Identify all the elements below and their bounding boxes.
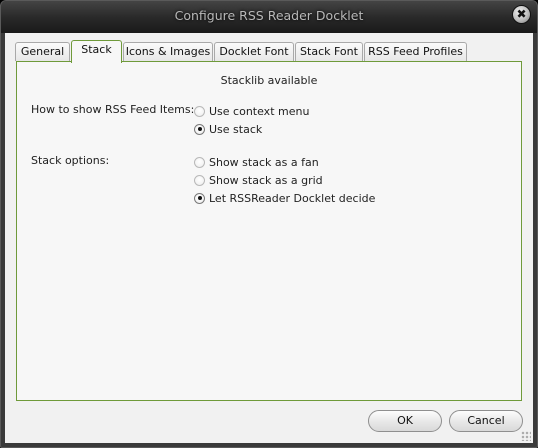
radio-label: Show stack as a grid xyxy=(209,173,323,187)
radio-show-stack-grid[interactable]: Show stack as a grid xyxy=(194,172,323,188)
resize-grip-icon[interactable] xyxy=(521,431,531,441)
stack-tab-panel: Stacklib available How to show RSS Feed … xyxy=(16,61,522,401)
show-items-label: How to show RSS Feed Items: xyxy=(31,103,195,116)
radio-checked-icon[interactable] xyxy=(194,123,205,135)
cancel-button[interactable]: Cancel xyxy=(449,410,523,432)
tab-docklet-font[interactable]: Docklet Font xyxy=(214,42,294,61)
tab-general[interactable]: General xyxy=(15,42,70,61)
radio-label: Show stack as a fan xyxy=(209,155,319,169)
tab-stack[interactable]: Stack xyxy=(71,40,122,63)
radio-unchecked-icon[interactable] xyxy=(194,156,205,168)
radio-label: Let RSSReader Docklet decide xyxy=(209,191,376,205)
radio-use-context-menu[interactable]: Use context menu xyxy=(194,103,309,119)
window-title: Configure RSS Reader Docklet xyxy=(174,8,364,23)
dialog-window: Configure RSS Reader Docklet ✖ General S… xyxy=(0,0,538,448)
tab-rss-feed-profiles[interactable]: RSS Feed Profiles xyxy=(364,42,467,61)
tab-icons-images[interactable]: Icons & Images xyxy=(123,42,213,61)
ok-button[interactable]: OK xyxy=(368,410,442,432)
radio-let-docklet-decide[interactable]: Let RSSReader Docklet decide xyxy=(194,190,375,206)
radio-use-stack[interactable]: Use stack xyxy=(194,121,262,137)
tab-stack-font[interactable]: Stack Font xyxy=(295,42,363,61)
stacklib-status: Stacklib available xyxy=(220,74,318,87)
radio-unchecked-icon[interactable] xyxy=(194,105,205,117)
radio-label: Use stack xyxy=(209,122,263,136)
close-icon[interactable]: ✖ xyxy=(512,5,531,24)
radio-unchecked-icon[interactable] xyxy=(194,174,205,186)
radio-checked-icon[interactable] xyxy=(194,192,205,204)
stack-options-label: Stack options: xyxy=(31,154,110,167)
radio-show-stack-fan[interactable]: Show stack as a fan xyxy=(194,154,319,170)
dialog-client-area: General Stack Icons & Images Docklet Fon… xyxy=(5,33,533,443)
radio-label: Use context menu xyxy=(209,104,310,118)
title-bar[interactable]: Configure RSS Reader Docklet ✖ xyxy=(1,1,537,33)
